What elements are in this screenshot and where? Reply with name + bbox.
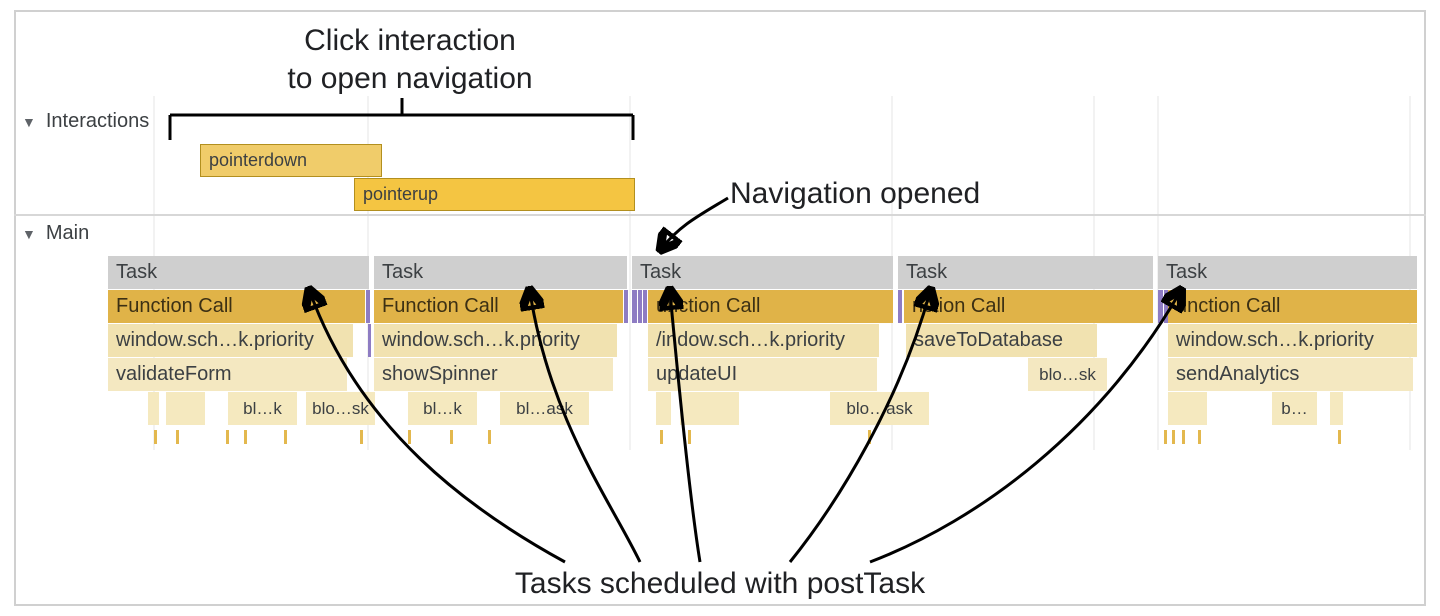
fc-5[interactable]: unction Call — [1168, 290, 1418, 323]
lvl4-blosk[interactable]: blo…sk — [1028, 358, 1108, 391]
caret-down-icon: ▼ — [22, 114, 36, 130]
lvl5-t5-a[interactable] — [1168, 392, 1208, 425]
main-lane: Task Task Task Task Task Function Call F… — [108, 256, 1426, 426]
lvl3-5[interactable]: window.sch…k.priority — [1168, 324, 1418, 357]
purple-slice-5a — [1158, 290, 1163, 323]
lvl3-1[interactable]: window.sch…k.priority — [108, 324, 354, 357]
purple-slice-2 — [624, 290, 628, 323]
lvl5-t2-bldask[interactable]: bl…ask — [500, 392, 590, 425]
interactions-label: Interactions — [46, 110, 149, 133]
task-4[interactable]: Task — [898, 256, 1154, 289]
fc-3[interactable]: unction Call — [648, 290, 894, 323]
fc-1[interactable]: Function Call — [108, 290, 366, 323]
interactions-track-header[interactable]: ▼ Interactions — [22, 110, 149, 133]
purple-slice-3a — [632, 290, 637, 323]
task-5[interactable]: Task — [1158, 256, 1418, 289]
lvl5-t1-a2[interactable] — [166, 392, 206, 425]
purple-slice-3c — [643, 290, 647, 323]
interaction-pointerup[interactable]: pointerup — [354, 178, 635, 211]
fc-2[interactable]: Function Call — [374, 290, 624, 323]
purple-lvl3-1 — [368, 324, 371, 357]
lvl3-2[interactable]: window.sch…k.priority — [374, 324, 618, 357]
purple-slice-5b — [1164, 290, 1168, 323]
lvl5-t1-blosk[interactable]: blo…sk — [306, 392, 376, 425]
annotation-tasks-posttask: Tasks scheduled with postTask — [440, 565, 1000, 603]
tick-marks — [108, 426, 1426, 448]
lvl3-3[interactable]: /indow.sch…k.priority — [648, 324, 880, 357]
lvl5-t1-a[interactable] — [148, 392, 160, 425]
row-function-call: Function Call Function Call unction Call… — [108, 290, 1426, 324]
lvl5-t5-c[interactable] — [1330, 392, 1344, 425]
row-level-5: bl…k blo…sk bl…k bl…ask blo…ask b… — [108, 392, 1426, 426]
lvl5-t3-a[interactable] — [656, 392, 672, 425]
row-level-3: window.sch…k.priority window.sch…k.prior… — [108, 324, 1426, 358]
interactions-lane: pointerdown pointerup — [108, 144, 1426, 212]
row-task: Task Task Task Task Task — [108, 256, 1426, 290]
fc-4[interactable]: nction Call — [904, 290, 1154, 323]
main-track-header[interactable]: ▼ Main — [22, 222, 89, 245]
lvl5-t3-b[interactable] — [680, 392, 740, 425]
lvl5-t5-b[interactable]: b… — [1272, 392, 1318, 425]
lvl5-t2-blk[interactable]: bl…k — [408, 392, 478, 425]
lvl3-4-save[interactable]: saveToDatabase — [906, 324, 1098, 357]
interaction-pointerdown[interactable]: pointerdown — [200, 144, 382, 177]
purple-slice-4 — [898, 290, 902, 323]
lvl4-showSpinner[interactable]: showSpinner — [374, 358, 614, 391]
lvl5-t3-bloask[interactable]: blo…ask — [830, 392, 930, 425]
lvl5-t1-blk[interactable]: bl…k — [228, 392, 298, 425]
task-2[interactable]: Task — [374, 256, 628, 289]
main-label: Main — [46, 222, 89, 245]
purple-slice-3b — [638, 290, 642, 323]
caret-down-icon: ▼ — [22, 226, 36, 242]
task-3[interactable]: Task — [632, 256, 894, 289]
lvl4-sendAnalytics[interactable]: sendAnalytics — [1168, 358, 1414, 391]
row-level-4: validateForm showSpinner updateUI blo…sk… — [108, 358, 1426, 392]
track-divider — [14, 214, 1426, 216]
lvl4-updateUI[interactable]: updateUI — [648, 358, 878, 391]
lvl4-validateForm[interactable]: validateForm — [108, 358, 348, 391]
purple-slice-1 — [366, 290, 370, 323]
task-1[interactable]: Task — [108, 256, 370, 289]
